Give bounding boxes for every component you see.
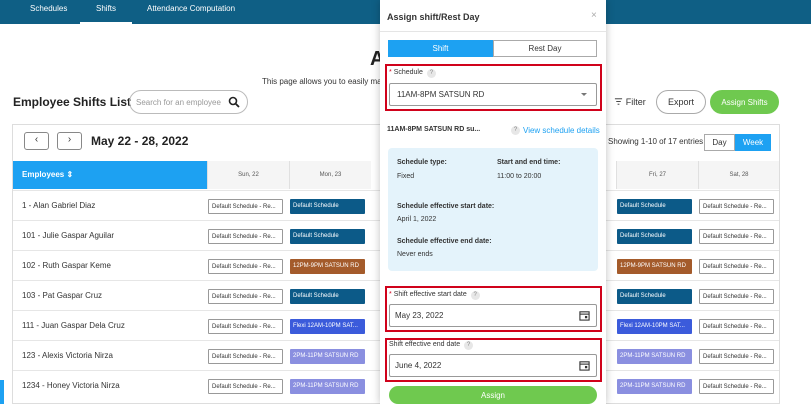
shift-end-date-input[interactable]: June 4, 2022 (389, 354, 597, 377)
day-view-button[interactable]: Day (704, 134, 735, 151)
employee-name[interactable]: 103 - Pat Gaspar Cruz (22, 281, 102, 311)
shift-cell-sun[interactable]: Default Schedule - Re... (208, 319, 283, 334)
schedule-type-value: Fixed (397, 173, 415, 180)
employee-name[interactable]: 1234 - Honey Victoria Nirza (22, 371, 120, 401)
employee-name[interactable]: 101 - Julie Gaspar Aguilar (22, 221, 114, 251)
prev-week-button[interactable]: ‹ (24, 132, 49, 150)
filter-label: Filter (625, 97, 646, 107)
view-schedule-details-link[interactable]: View schedule details (523, 126, 600, 135)
shift-cell-fri[interactable]: 12PM-9PM SATSUN RD (617, 259, 692, 274)
employee-name[interactable]: 102 - Ruth Gaspar Keme (22, 251, 111, 281)
calendar-icon[interactable] (579, 360, 590, 371)
shift-start-date-input[interactable]: May 23, 2022 (389, 304, 597, 327)
assign-button[interactable]: Assign (389, 386, 597, 404)
shift-cell-sun[interactable]: Default Schedule - Re... (208, 199, 283, 214)
shift-cell-mon[interactable]: 2PM-11PM SATSUN RD (290, 379, 365, 394)
shift-start-help-icon[interactable]: ? (470, 291, 480, 300)
next-week-button[interactable]: › (57, 132, 82, 150)
day-header-sun: Sun, 22 (207, 161, 289, 189)
assign-shifts-button[interactable]: Assign Shifts (710, 90, 779, 114)
selected-schedule-name: 11AM-8PM SATSUN RD su... (387, 126, 481, 133)
search-icon[interactable] (228, 96, 240, 108)
schedule-type-label: Schedule type: (397, 159, 447, 166)
shift-cell-mon[interactable]: Default Schedule (290, 199, 365, 214)
shift-start-label: * Shift effective start date? (389, 291, 480, 300)
shift-cell-mon[interactable]: Flexi 12AM-10PM SAT... (290, 319, 365, 334)
week-range-label: May 22 - 28, 2022 (91, 134, 189, 148)
schedule-details-box: Schedule type: Fixed Start and end time:… (388, 148, 598, 271)
effective-end-value: Never ends (397, 251, 433, 258)
shift-cell-sat[interactable]: Default Schedule - Re... (699, 229, 774, 244)
calendar-icon[interactable] (579, 310, 590, 321)
shift-cell-fri[interactable]: Default Schedule (617, 229, 692, 244)
side-tab[interactable] (0, 380, 4, 404)
chevron-down-icon (581, 93, 587, 96)
shift-end-label: Shift effective end date? (389, 341, 474, 350)
shift-cell-mon[interactable]: Default Schedule (290, 289, 365, 304)
week-view-button[interactable]: Week (735, 134, 771, 151)
shift-cell-sun[interactable]: Default Schedule - Re... (208, 289, 283, 304)
export-button[interactable]: Export (656, 90, 706, 114)
shift-start-date-value: May 23, 2022 (395, 311, 444, 320)
section-title: Employee Shifts List (13, 95, 132, 109)
shift-cell-mon[interactable]: 2PM-11PM SATSUN RD (290, 349, 365, 364)
shift-cell-fri[interactable]: Default Schedule (617, 289, 692, 304)
tab-shifts[interactable]: Shifts (80, 0, 133, 24)
shift-cell-sat[interactable]: Default Schedule - Re... (699, 259, 774, 274)
filter-icon (615, 98, 623, 105)
tab-attendance-computation[interactable]: Attendance Computation (147, 0, 235, 24)
effective-start-value: April 1, 2022 (397, 216, 437, 223)
shift-cell-sun[interactable]: Default Schedule - Re... (208, 349, 283, 364)
shift-cell-sat[interactable]: Default Schedule - Re... (699, 349, 774, 364)
shift-end-help-icon[interactable]: ? (464, 341, 474, 350)
close-icon[interactable]: × (591, 10, 597, 21)
shift-cell-fri[interactable]: 2PM-11PM SATSUN RD (617, 379, 692, 394)
tab-schedules[interactable]: Schedules (30, 0, 67, 24)
shift-cell-sat[interactable]: Default Schedule - Re... (699, 289, 774, 304)
employees-column-header[interactable]: Employees ⇕ (13, 161, 207, 189)
assign-shift-modal: Assign shift/Rest Day × Shift Rest Day *… (380, 0, 606, 404)
employee-name[interactable]: 111 - Juan Gaspar Dela Cruz (22, 311, 125, 341)
filter-button[interactable]: Filter (610, 91, 650, 113)
start-end-value: 11:00 to 20:00 (497, 173, 542, 180)
tab-rest-day[interactable]: Rest Day (493, 40, 597, 57)
shift-cell-sat[interactable]: Default Schedule - Re... (699, 319, 774, 334)
entries-count: Showing 1-10 of 17 entries (608, 137, 704, 146)
shift-end-date-value: June 4, 2022 (395, 361, 442, 370)
day-header-mon: Mon, 23 (289, 161, 371, 189)
start-end-label: Start and end time: (497, 159, 561, 166)
employee-name[interactable]: 123 - Alexis Victoria Nirza (22, 341, 113, 371)
schedule-help-icon[interactable]: ? (426, 69, 436, 78)
summary-help-icon[interactable]: ? (511, 126, 520, 135)
effective-end-label: Schedule effective end date: (397, 238, 492, 245)
shift-cell-fri[interactable]: 2PM-11PM SATSUN RD (617, 349, 692, 364)
shift-cell-sun[interactable]: Default Schedule - Re... (208, 259, 283, 274)
day-header-sat: Sat, 28 (698, 161, 779, 189)
tab-shift[interactable]: Shift (388, 40, 493, 57)
modal-title: Assign shift/Rest Day (387, 12, 480, 22)
effective-start-label: Schedule effective start date: (397, 203, 495, 210)
modal-divider (380, 31, 606, 32)
page-description: This page allows you to easily ma (262, 77, 382, 86)
schedule-select-value: 11AM-8PM SATSUN RD (397, 90, 485, 99)
shift-cell-mon[interactable]: 12PM-9PM SATSUN RD (290, 259, 365, 274)
shift-cell-sun[interactable]: Default Schedule - Re... (208, 229, 283, 244)
shift-cell-sat[interactable]: Default Schedule - Re... (699, 379, 774, 394)
shift-cell-fri[interactable]: Flexi 12AM-10PM SAT... (617, 319, 692, 334)
day-header-fri: Fri, 27 (616, 161, 698, 189)
schedule-label: * Schedule? (389, 69, 436, 78)
shift-cell-sun[interactable]: Default Schedule - Re... (208, 379, 283, 394)
employee-name[interactable]: 1 - Alan Gabriel Diaz (22, 191, 95, 221)
employee-search (129, 90, 248, 114)
search-input[interactable] (136, 96, 226, 109)
shift-cell-sat[interactable]: Default Schedule - Re... (699, 199, 774, 214)
shift-cell-mon[interactable]: Default Schedule (290, 229, 365, 244)
schedule-select[interactable]: 11AM-8PM SATSUN RD (389, 83, 597, 106)
shift-cell-fri[interactable]: Default Schedule (617, 199, 692, 214)
